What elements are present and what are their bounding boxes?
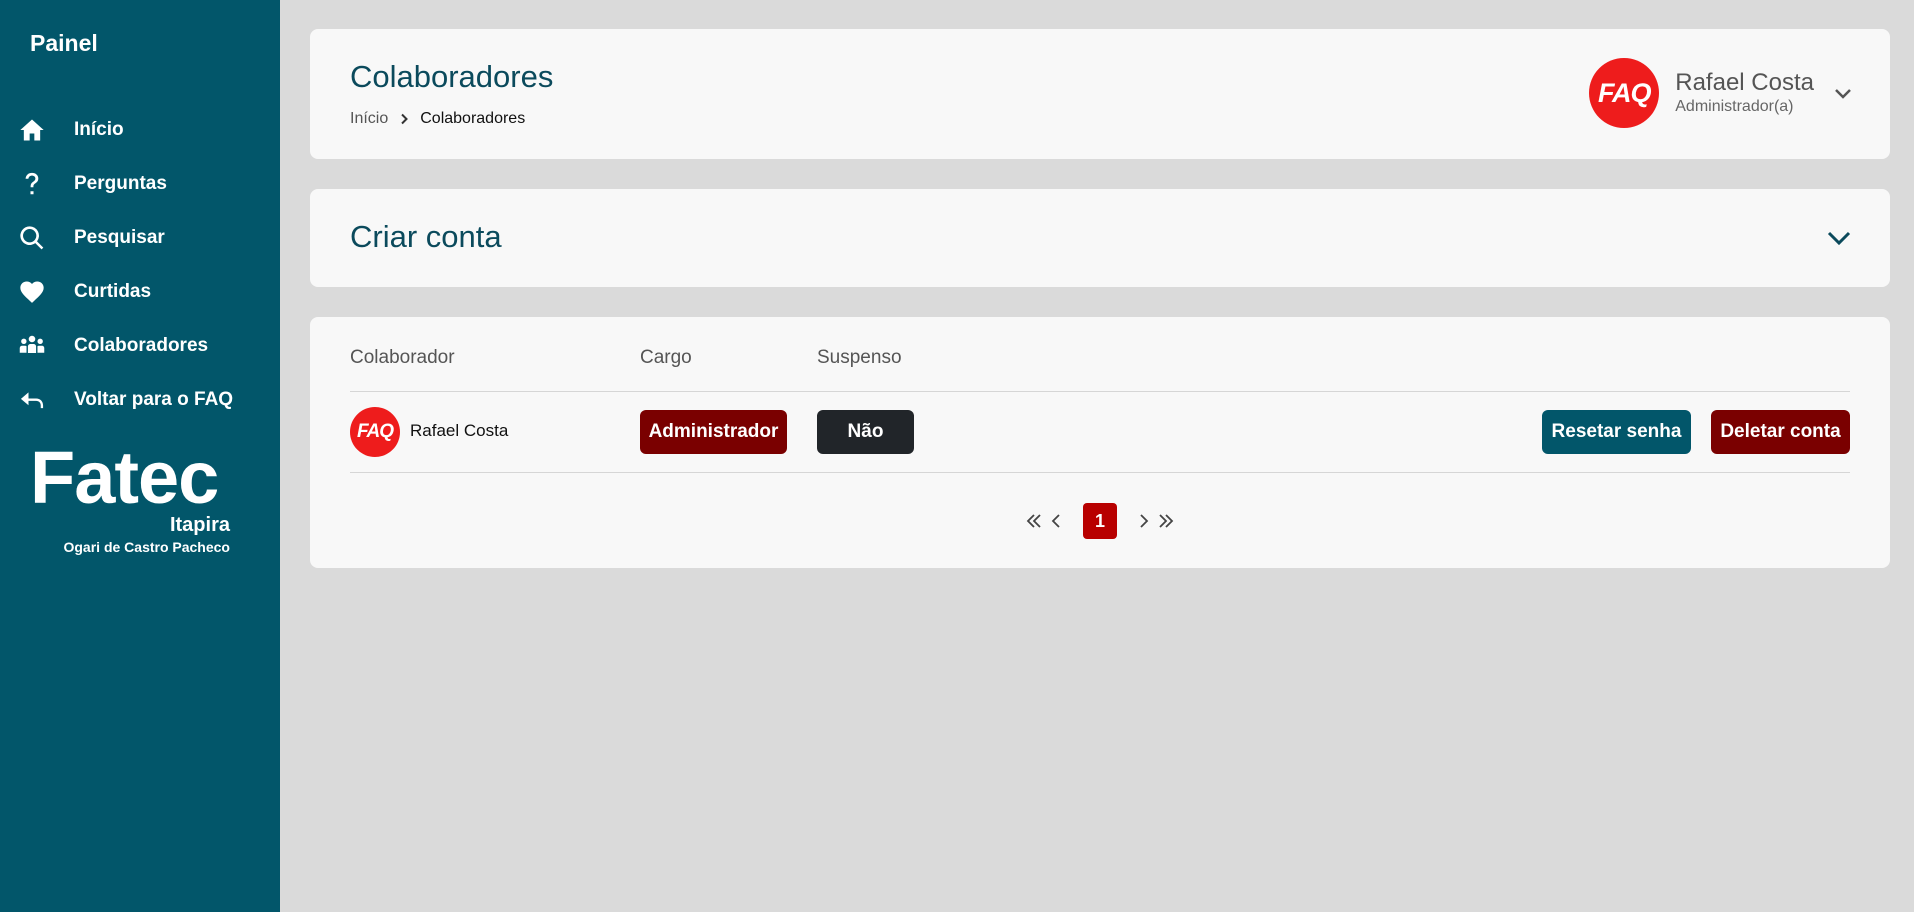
sidebar-item-perguntas[interactable]: Perguntas	[0, 157, 280, 211]
next-page-icon[interactable]	[1133, 503, 1155, 539]
user-menu[interactable]: FAQ Rafael Costa Administrador(a)	[1589, 58, 1854, 128]
chevron-down-icon[interactable]	[1824, 223, 1854, 258]
sidebar-item-label: Início	[74, 119, 124, 140]
home-icon	[16, 114, 48, 146]
sidebar-nav: Início Perguntas Pesquisar Curtidas Cola…	[0, 103, 280, 427]
create-account-title: Criar conta	[350, 219, 502, 254]
table-row: FAQ Rafael Costa Administrador Não Reset…	[350, 391, 1850, 472]
search-icon	[16, 222, 48, 254]
user-name: Rafael Costa	[1675, 69, 1814, 96]
collaborators-table-card: Colaborador Cargo Suspenso FAQ Rafael Co…	[310, 317, 1890, 568]
sidebar-item-colaboradores[interactable]: Colaboradores	[0, 319, 280, 373]
sidebar-item-label: Voltar para o FAQ	[74, 389, 234, 410]
column-header-colaborador: Colaborador	[350, 347, 455, 368]
sidebar-item-inicio[interactable]: Início	[0, 103, 280, 157]
create-account-card[interactable]: Criar conta	[310, 189, 1890, 287]
sidebar-item-label: Colaboradores	[74, 335, 209, 356]
suspended-badge: Não	[817, 410, 914, 454]
heart-icon	[16, 276, 48, 308]
last-page-icon[interactable]	[1155, 503, 1177, 539]
user-role: Administrador(a)	[1675, 98, 1794, 115]
role-badge: Administrador	[640, 410, 787, 454]
sidebar-item-label: Curtidas	[74, 281, 152, 302]
previous-page-icon[interactable]	[1045, 503, 1067, 539]
reply-icon	[16, 384, 48, 416]
column-header-cargo: Cargo	[640, 347, 692, 368]
pagination: 1	[310, 502, 1890, 540]
sidebar-title: Painel	[30, 30, 98, 56]
breadcrumb: Início Colaboradores	[350, 110, 525, 128]
logo-subtitle: Ogari de Castro Pacheco	[63, 539, 230, 555]
divider	[350, 472, 1850, 473]
collaborator-name: Rafael Costa	[410, 421, 509, 440]
page-title: Colaboradores	[350, 59, 554, 94]
sidebar-item-curtidas[interactable]: Curtidas	[0, 265, 280, 319]
reset-password-button[interactable]: Resetar senha	[1542, 410, 1691, 454]
question-icon	[16, 168, 48, 200]
column-header-suspenso: Suspenso	[817, 347, 902, 368]
sidebar-item-label: Pesquisar	[74, 227, 165, 248]
sidebar-item-pesquisar[interactable]: Pesquisar	[0, 211, 280, 265]
breadcrumb-current: Colaboradores	[420, 110, 526, 127]
logo-name: Fatec	[30, 436, 219, 519]
delete-account-button[interactable]: Deletar conta	[1711, 410, 1850, 454]
avatar: FAQ	[350, 407, 400, 457]
chevron-down-icon[interactable]	[1832, 82, 1854, 104]
users-icon	[16, 330, 48, 362]
sidebar: Painel Início Perguntas Pesquisar Curtid…	[0, 0, 280, 912]
first-page-icon[interactable]	[1023, 503, 1045, 539]
fatec-logo: Fatec Itapira Ogari de Castro Pacheco	[30, 436, 230, 556]
header-card: Colaboradores Início Colaboradores FAQ R…	[310, 29, 1890, 159]
breadcrumb-home-link[interactable]: Início	[350, 110, 388, 128]
sidebar-item-voltar-faq[interactable]: Voltar para o FAQ	[0, 373, 280, 427]
page-number-current[interactable]: 1	[1083, 503, 1117, 539]
chevron-right-icon	[398, 113, 410, 125]
sidebar-item-label: Perguntas	[74, 173, 167, 194]
avatar: FAQ	[1589, 58, 1660, 128]
